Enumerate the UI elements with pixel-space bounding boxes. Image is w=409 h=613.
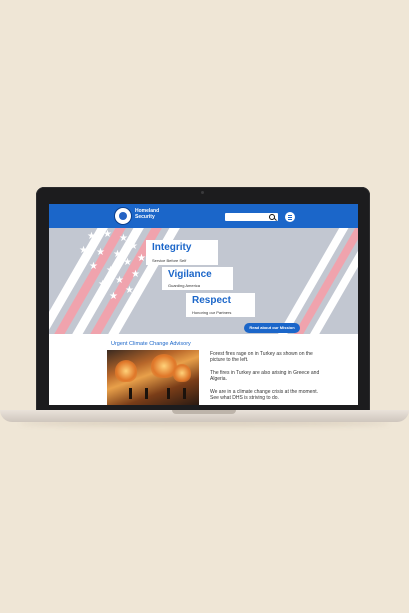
star-icon: ★ xyxy=(113,249,122,260)
hero-card-title: Respect xyxy=(192,295,231,306)
photo-figure xyxy=(167,388,170,399)
star-icon: ★ xyxy=(106,265,115,276)
advisory-paragraph: Forest fires rage on in Turkey as shown … xyxy=(210,351,313,364)
menu-icon xyxy=(288,215,292,216)
star-icon: ★ xyxy=(115,275,124,286)
photo-figure xyxy=(145,388,148,399)
hero-card-respect: Respect Honoring our Partners xyxy=(186,293,255,317)
search-input[interactable] xyxy=(225,213,278,221)
star-icon: ★ xyxy=(87,231,96,242)
site-header: Homeland Security xyxy=(49,204,358,228)
star-icon: ★ xyxy=(123,257,132,268)
star-icon: ★ xyxy=(89,261,98,272)
hero-card-subtitle: Service Before Self xyxy=(152,258,187,263)
star-icon: ★ xyxy=(129,241,138,252)
laptop-screen: Homeland Security ★ ★ ★ ★ ★ ★ ★ ★ ★ ★ ★ … xyxy=(49,204,358,405)
brand-name[interactable]: Homeland Security xyxy=(135,208,175,220)
star-icon: ★ xyxy=(125,285,134,296)
mission-button[interactable]: Read about our Mission xyxy=(244,323,300,333)
laptop-lid: Homeland Security ★ ★ ★ ★ ★ ★ ★ ★ ★ ★ ★ … xyxy=(36,187,370,411)
hero-card-integrity: Integrity Service Before Self xyxy=(146,240,218,265)
hero-card-title: Integrity xyxy=(152,242,192,253)
star-icon: ★ xyxy=(137,253,146,264)
photo-figure xyxy=(183,388,186,399)
menu-icon xyxy=(288,217,292,218)
star-icon: ★ xyxy=(119,233,128,244)
hero-card-title: Vigilance xyxy=(168,269,212,280)
star-icon: ★ xyxy=(131,269,140,280)
dhs-seal-icon[interactable] xyxy=(114,207,132,225)
advisory-paragraph: The fires in Turkey are also arising in … xyxy=(210,370,320,383)
hero-card-vigilance: Vigilance Guarding America xyxy=(162,267,233,290)
photo-flame xyxy=(173,364,191,382)
advisory-paragraph: We are in a climate change crisis at the… xyxy=(210,389,319,402)
camera-icon xyxy=(201,191,204,194)
star-icon: ★ xyxy=(98,279,107,290)
hero-card-subtitle: Honoring our Partners xyxy=(192,310,232,315)
hero-banner: ★ ★ ★ ★ ★ ★ ★ ★ ★ ★ ★ ★ ★ ★ ★ ★ Integrit… xyxy=(49,228,358,334)
search-icon[interactable] xyxy=(269,214,275,220)
menu-button[interactable] xyxy=(285,212,295,222)
photo-flame xyxy=(115,360,137,382)
star-icon: ★ xyxy=(109,291,118,302)
photo-figure xyxy=(129,388,132,399)
menu-icon xyxy=(288,219,292,220)
laptop-base xyxy=(0,410,409,422)
star-icon: ★ xyxy=(79,245,88,256)
advisory-title[interactable]: Urgent Climate Change Advisory xyxy=(111,341,191,347)
star-icon: ★ xyxy=(103,229,112,240)
flag-stripe xyxy=(245,228,352,334)
forest-fire-photo xyxy=(107,350,199,405)
laptop-notch xyxy=(172,410,236,414)
hero-card-subtitle: Guarding America xyxy=(168,283,201,288)
star-icon: ★ xyxy=(96,247,105,258)
